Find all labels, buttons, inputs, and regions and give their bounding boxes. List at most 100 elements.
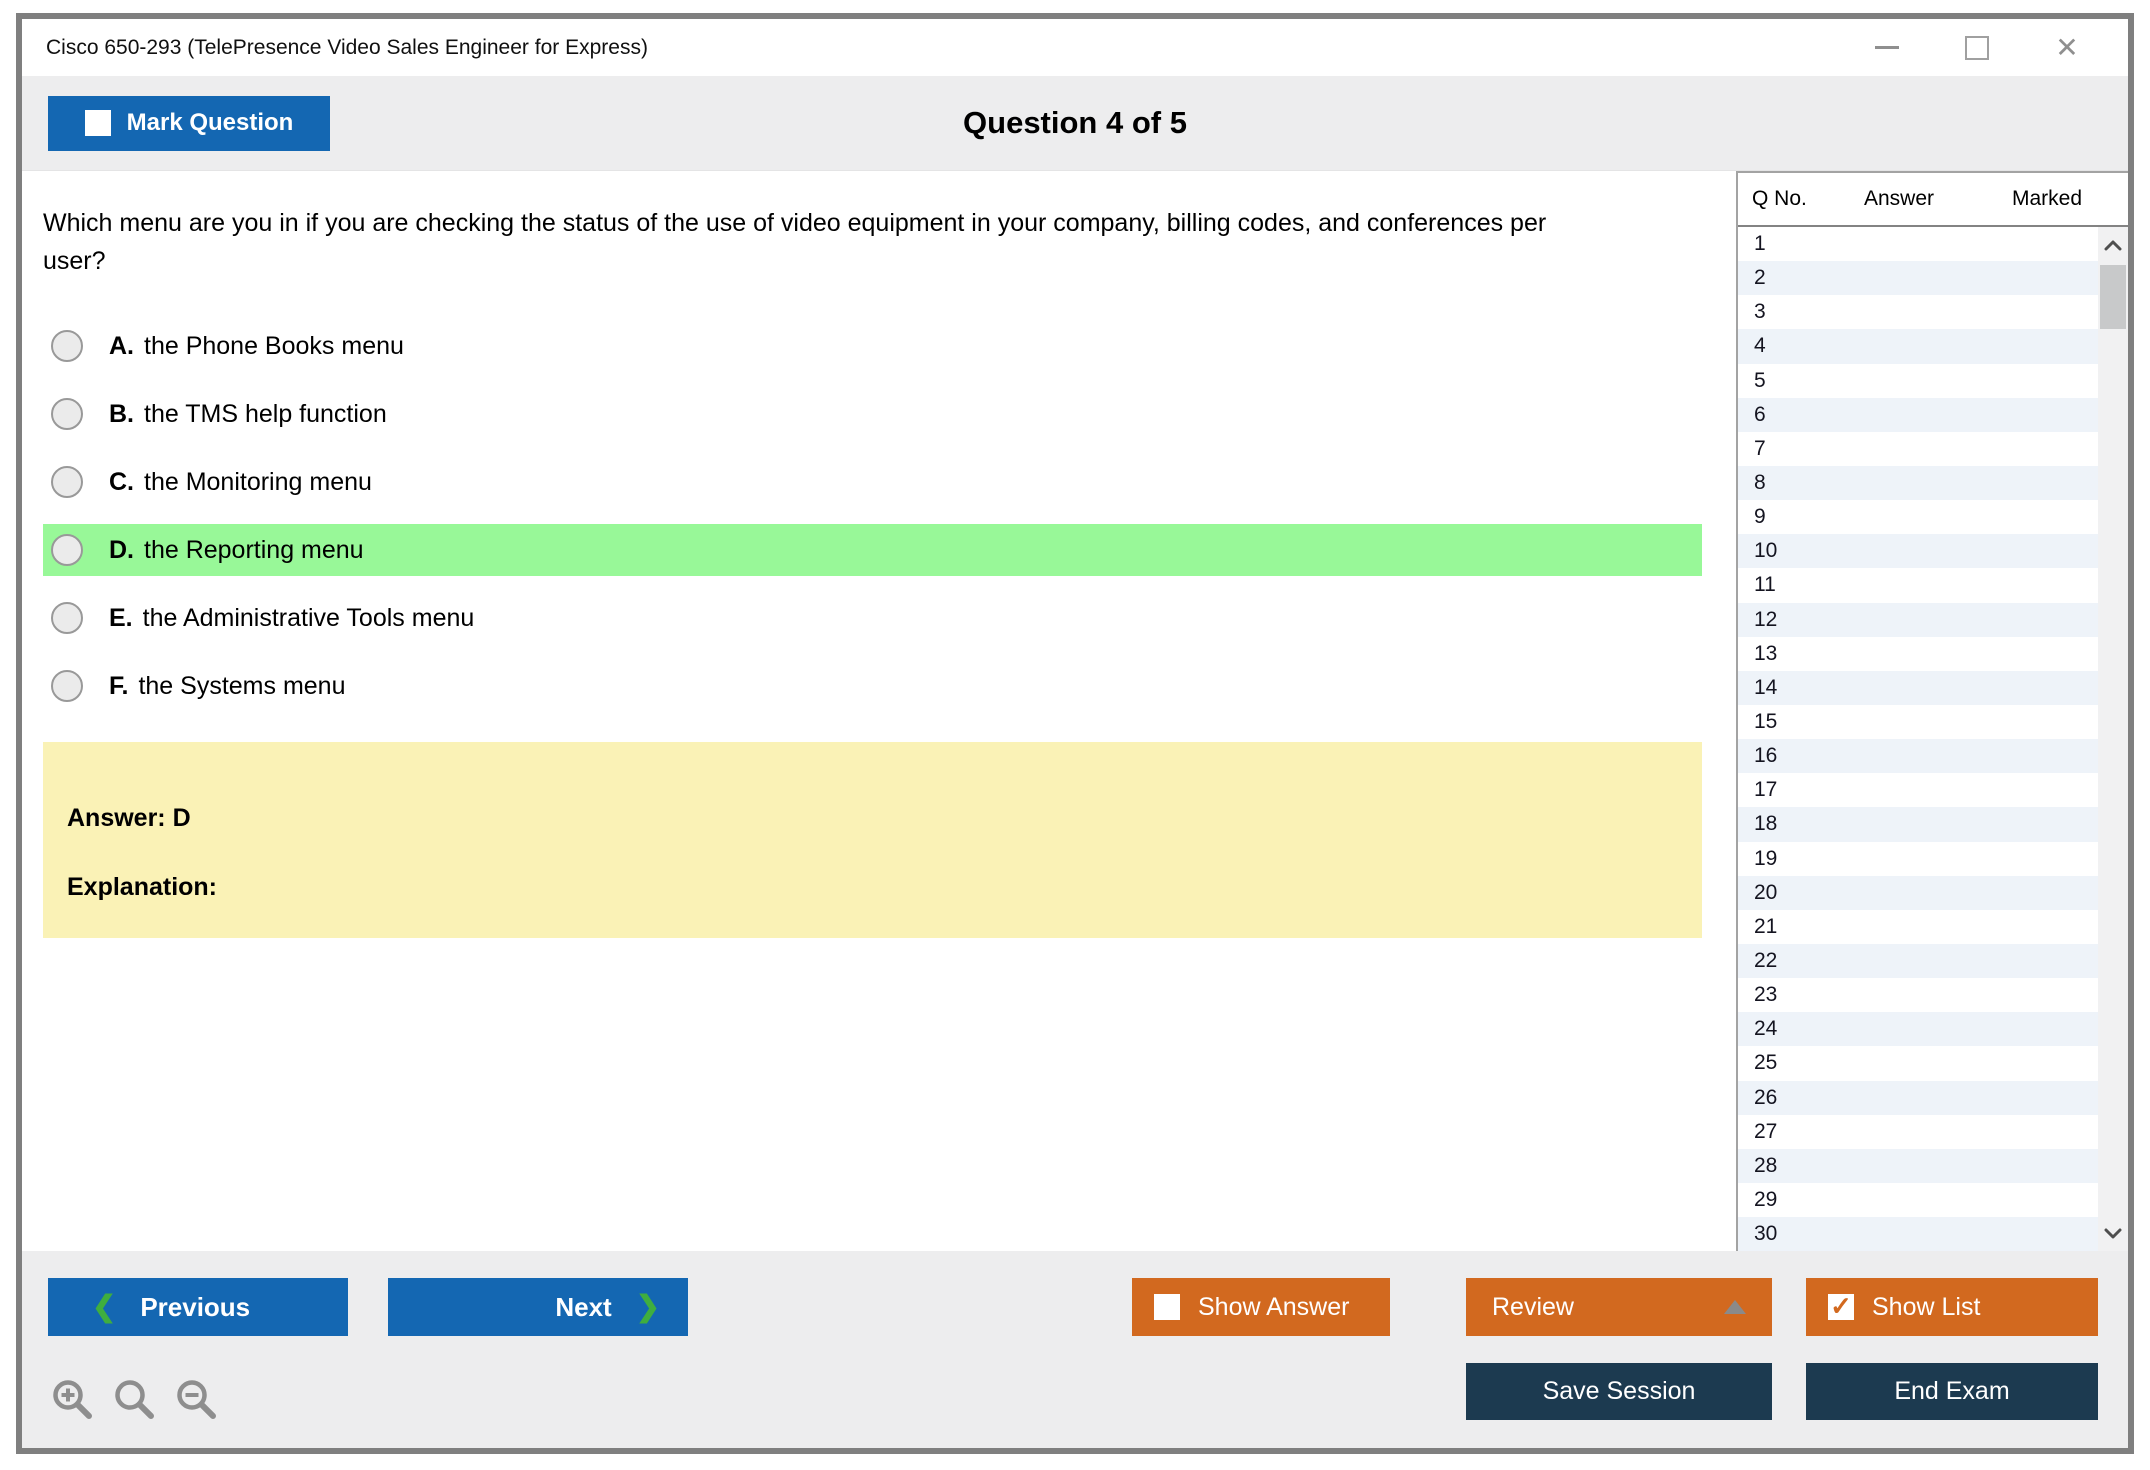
show-list-button[interactable]: ✓ Show List xyxy=(1806,1278,2098,1336)
question-list-row[interactable]: 23 xyxy=(1738,978,2098,1012)
question-list-row[interactable]: 10 xyxy=(1738,534,2098,568)
show-answer-checkbox-icon[interactable] xyxy=(1154,1294,1180,1320)
show-answer-label: Show Answer xyxy=(1198,1293,1349,1322)
minimize-button[interactable] xyxy=(1872,33,1902,63)
radio-button-icon[interactable] xyxy=(51,466,83,498)
column-header-marked: Marked xyxy=(2012,187,2128,211)
option-text: the Phone Books menu xyxy=(144,332,404,361)
answer-option-f[interactable]: F.the Systems menu xyxy=(43,660,1702,712)
mark-question-label: Mark Question xyxy=(127,109,294,137)
question-number: 29 xyxy=(1754,1188,1777,1212)
question-number: 7 xyxy=(1754,437,1766,461)
window-controls: ✕ xyxy=(1872,33,2082,63)
question-list-row[interactable]: 15 xyxy=(1738,705,2098,739)
option-letter: A. xyxy=(109,332,134,361)
radio-button-icon[interactable] xyxy=(51,670,83,702)
scrollbar-down-icon[interactable] xyxy=(2098,1217,2128,1249)
question-list-row[interactable]: 3 xyxy=(1738,295,2098,329)
question-list-row[interactable]: 7 xyxy=(1738,432,2098,466)
answer-options: A. the Phone Books menu B. the TMS help fun… xyxy=(43,320,1702,712)
question-list-row[interactable]: 22 xyxy=(1738,944,2098,978)
question-list-row[interactable]: 25 xyxy=(1738,1046,2098,1080)
question-list-row[interactable]: 18 xyxy=(1738,807,2098,841)
checkmark-icon: ✓ xyxy=(1828,1292,1854,1320)
question-list-row[interactable]: 26 xyxy=(1738,1081,2098,1115)
question-number: 9 xyxy=(1754,505,1766,529)
question-number: 18 xyxy=(1754,812,1777,836)
answer-explanation-box: Answer: D Explanation: xyxy=(43,742,1702,938)
question-list-row[interactable]: 9 xyxy=(1738,500,2098,534)
question-list-row[interactable]: 24 xyxy=(1738,1012,2098,1046)
radio-button-icon[interactable] xyxy=(51,602,83,634)
next-button[interactable]: Next ❯ xyxy=(388,1278,688,1336)
previous-button[interactable]: ❮ Previous xyxy=(48,1278,348,1336)
save-session-button[interactable]: Save Session xyxy=(1466,1363,1772,1420)
scrollbar-thumb[interactable] xyxy=(2100,265,2126,329)
show-list-checkbox-icon[interactable]: ✓ xyxy=(1828,1294,1854,1320)
question-number: 2 xyxy=(1754,266,1766,290)
question-list-row[interactable]: 13 xyxy=(1738,637,2098,671)
question-number: 10 xyxy=(1754,539,1777,563)
question-list-row[interactable]: 5 xyxy=(1738,364,2098,398)
question-list-row[interactable]: 2 xyxy=(1738,261,2098,295)
zoom-reset-icon[interactable] xyxy=(112,1377,158,1423)
question-number: 3 xyxy=(1754,300,1766,324)
question-number: 24 xyxy=(1754,1017,1777,1041)
question-number: 1 xyxy=(1754,232,1766,256)
answer-option-d[interactable]: D.the Reporting menu xyxy=(43,524,1702,576)
answer-option-b[interactable]: B. the TMS help function xyxy=(43,388,1702,440)
radio-button-icon[interactable] xyxy=(51,534,83,566)
question-list-row[interactable]: 20 xyxy=(1738,876,2098,910)
zoom-out-icon[interactable] xyxy=(174,1377,220,1423)
question-list-row[interactable]: 4 xyxy=(1738,329,2098,363)
next-label: Next xyxy=(555,1292,611,1323)
question-list-row[interactable]: 1 xyxy=(1738,227,2098,261)
option-text: the Systems menu xyxy=(138,672,345,701)
question-list-row[interactable]: 30 xyxy=(1738,1217,2098,1251)
main-area: Which menu are you in if you are checkin… xyxy=(22,170,2128,1251)
option-letter: E. xyxy=(109,604,133,633)
radio-button-icon[interactable] xyxy=(51,330,83,362)
question-list-row[interactable]: 11 xyxy=(1738,568,2098,602)
answer-option-a[interactable]: A. the Phone Books menu xyxy=(43,320,1702,372)
question-list-row[interactable]: 6 xyxy=(1738,398,2098,432)
question-number: 21 xyxy=(1754,915,1777,939)
question-list-row[interactable]: 16 xyxy=(1738,739,2098,773)
zoom-in-icon[interactable] xyxy=(50,1377,96,1423)
show-answer-button[interactable]: Show Answer xyxy=(1132,1278,1390,1336)
option-text: the TMS help function xyxy=(144,400,387,429)
option-letter: B. xyxy=(109,400,134,429)
scrollbar-up-icon[interactable] xyxy=(2098,229,2128,261)
question-list-scrollbar[interactable] xyxy=(2098,227,2128,1251)
question-list-body: 1234567891011121314151617181920212223242… xyxy=(1738,227,2128,1251)
end-exam-button[interactable]: End Exam xyxy=(1806,1363,2098,1420)
mark-question-button[interactable]: Mark Question xyxy=(48,96,330,151)
minimize-icon xyxy=(1875,46,1899,49)
question-list-row[interactable]: 27 xyxy=(1738,1115,2098,1149)
question-list-row[interactable]: 17 xyxy=(1738,773,2098,807)
question-list-row[interactable]: 21 xyxy=(1738,910,2098,944)
explanation-label: Explanation: xyxy=(67,873,1702,902)
save-session-label: Save Session xyxy=(1543,1377,1696,1406)
maximize-button[interactable] xyxy=(1962,33,1992,63)
question-list-row[interactable]: 12 xyxy=(1738,603,2098,637)
question-number: 19 xyxy=(1754,847,1777,871)
question-list-row[interactable]: 29 xyxy=(1738,1183,2098,1217)
close-button[interactable]: ✕ xyxy=(2052,33,2082,63)
chevron-left-icon: ❮ xyxy=(92,1293,116,1322)
question-list-row[interactable]: 8 xyxy=(1738,466,2098,500)
question-number: 27 xyxy=(1754,1120,1777,1144)
collapse-up-icon xyxy=(1724,1300,1746,1314)
mark-question-checkbox-icon[interactable] xyxy=(85,110,111,136)
footer-toolbar: ❮ Previous Next ❯ Show Answer Review ✓ S… xyxy=(22,1251,2128,1448)
question-list-row[interactable]: 14 xyxy=(1738,671,2098,705)
radio-button-icon[interactable] xyxy=(51,398,83,430)
answer-option-e[interactable]: E.the Administrative Tools menu xyxy=(43,592,1702,644)
option-letter: D. xyxy=(109,536,134,565)
question-list-row[interactable]: 19 xyxy=(1738,842,2098,876)
review-button[interactable]: Review xyxy=(1466,1278,1772,1336)
answer-option-c[interactable]: C.the Monitoring menu xyxy=(43,456,1702,508)
answer-label: Answer: D xyxy=(67,804,1702,833)
question-list-row[interactable]: 28 xyxy=(1738,1149,2098,1183)
question-number: 16 xyxy=(1754,744,1777,768)
